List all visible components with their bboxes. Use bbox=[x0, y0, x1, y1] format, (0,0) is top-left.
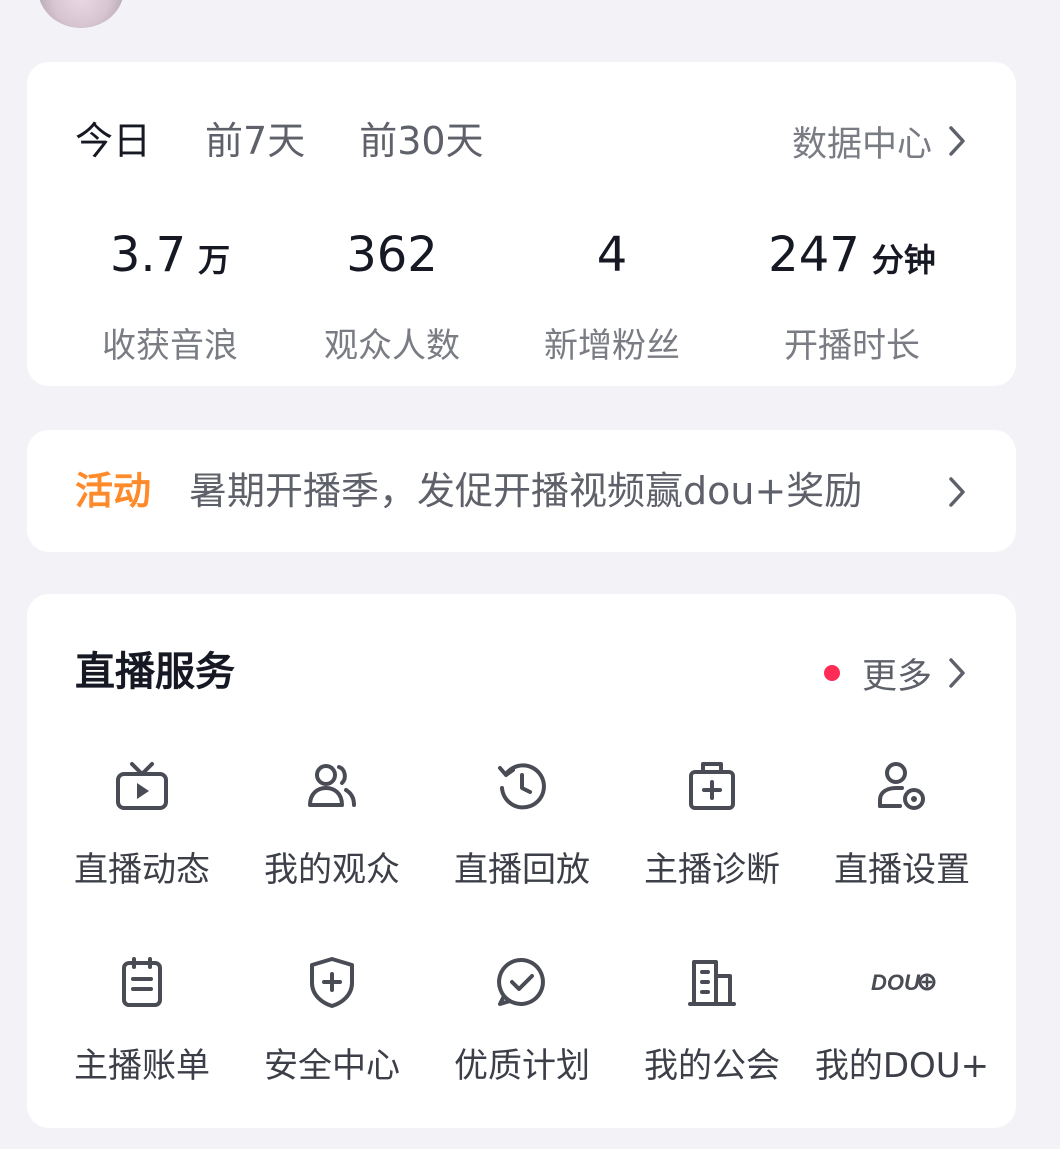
service-live-settings[interactable]: 直播设置 bbox=[807, 756, 997, 892]
more-label: 更多 bbox=[861, 656, 932, 697]
metric-value: 362 bbox=[346, 227, 438, 283]
metric-unit: 分钟 bbox=[871, 241, 936, 279]
service-label: 安全中心 bbox=[264, 1046, 400, 1086]
chevron-right-icon bbox=[949, 658, 965, 688]
service-label: 优质计划 bbox=[454, 1046, 590, 1086]
metric-label: 观众人数 bbox=[324, 326, 460, 366]
audience-icon bbox=[308, 764, 356, 807]
user-settings-icon bbox=[878, 762, 925, 810]
metric-label: 收获音浪 bbox=[102, 326, 238, 366]
building-icon bbox=[688, 960, 736, 1006]
activity-banner[interactable]: 活动 暑期开播季，发促开播视频赢dou+奖励 bbox=[27, 430, 1016, 552]
service-streamer-bill[interactable]: 主播账单 bbox=[47, 952, 237, 1088]
service-label: 直播设置 bbox=[834, 850, 970, 890]
section-title: 直播服务 bbox=[75, 649, 235, 695]
service-label: 我的公会 bbox=[644, 1046, 780, 1086]
avatar[interactable] bbox=[38, 0, 124, 28]
service-label: 主播账单 bbox=[74, 1046, 210, 1086]
metrics-row: 3.7 万 收获音浪 362 观众人数 4 新增粉丝 247 分钟 开播时长 bbox=[27, 224, 1016, 366]
service-quality-plan[interactable]: 优质计划 bbox=[427, 952, 617, 1088]
data-center-link[interactable]: 数据中心 bbox=[792, 116, 966, 166]
check-chat-icon bbox=[497, 957, 545, 1006]
chevron-right-icon bbox=[949, 477, 965, 507]
replay-clock-icon bbox=[498, 763, 546, 810]
dou-plus-icon: DOU bbox=[871, 970, 936, 995]
metric-new-fans[interactable]: 4 新增粉丝 bbox=[537, 224, 687, 367]
tab-7-days[interactable]: 前7天 bbox=[205, 116, 305, 166]
metric-label: 新增粉丝 bbox=[544, 326, 680, 366]
service-label: 直播回放 bbox=[454, 850, 590, 890]
tab-today[interactable]: 今日 bbox=[75, 116, 151, 166]
chevron-right-icon bbox=[949, 126, 965, 156]
tv-play-icon bbox=[116, 762, 168, 810]
metric-live-duration[interactable]: 247 分钟 开播时长 bbox=[757, 224, 947, 367]
activity-tag: 活动 bbox=[75, 469, 152, 513]
tab-30-days[interactable]: 前30天 bbox=[359, 116, 483, 166]
live-services-card: 直播服务 更多 直播动态 我的观众 直播回放 主播诊断 直播设置 主播账单 安全… bbox=[27, 594, 1016, 1128]
bill-icon bbox=[122, 957, 162, 1007]
service-my-guild[interactable]: 我的公会 bbox=[617, 952, 807, 1088]
metric-unit: 万 bbox=[198, 241, 231, 279]
notification-dot bbox=[823, 665, 840, 681]
data-center-label: 数据中心 bbox=[791, 124, 932, 165]
service-my-dou-plus[interactable]: DOU 我的DOU+ bbox=[807, 952, 997, 1088]
service-label: 主播诊断 bbox=[644, 850, 780, 890]
service-label: 我的观众 bbox=[264, 850, 400, 890]
metric-sound-waves[interactable]: 3.7 万 收获音浪 bbox=[85, 224, 255, 367]
metric-value: 247 bbox=[768, 227, 860, 283]
medical-kit-icon bbox=[689, 762, 735, 810]
service-streamer-diagnosis[interactable]: 主播诊断 bbox=[617, 756, 807, 892]
more-link[interactable]: 更多 bbox=[823, 648, 966, 698]
service-my-audience[interactable]: 我的观众 bbox=[237, 756, 427, 892]
period-tabs: 今日 前7天 前30天 bbox=[75, 116, 538, 166]
service-live-replay[interactable]: 直播回放 bbox=[427, 756, 617, 892]
service-label: 直播动态 bbox=[74, 850, 210, 890]
metric-audience-count[interactable]: 362 观众人数 bbox=[317, 224, 467, 367]
metric-value: 3.7 bbox=[109, 227, 187, 283]
service-label: 我的DOU+ bbox=[814, 1046, 990, 1086]
metric-label: 开播时长 bbox=[784, 326, 920, 366]
activity-text: 暑期开播季，发促开播视频赢dou+奖励 bbox=[189, 469, 863, 513]
service-live-feed[interactable]: 直播动态 bbox=[47, 756, 237, 892]
metric-value: 4 bbox=[596, 227, 628, 283]
shield-plus-icon bbox=[310, 957, 354, 1008]
service-security-center[interactable]: 安全中心 bbox=[237, 952, 427, 1088]
svg-text:DOU: DOU bbox=[871, 970, 921, 995]
stats-card: 今日 前7天 前30天 数据中心 3.7 万 收获音浪 362 观众人数 4 新增… bbox=[27, 62, 1016, 386]
